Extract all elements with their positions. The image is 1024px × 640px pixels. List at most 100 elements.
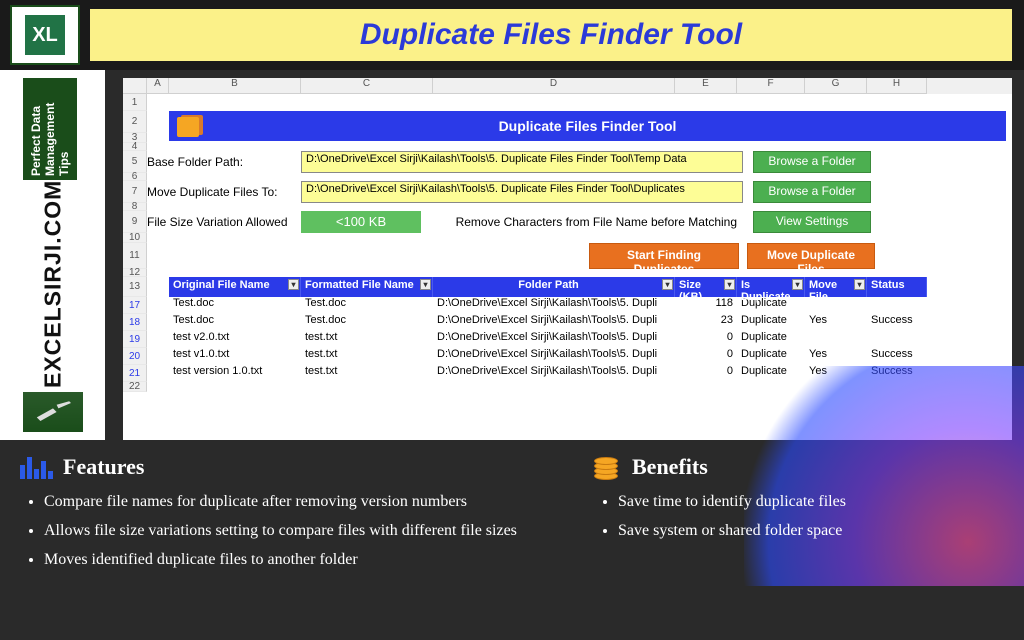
cell-size: 0 [675,348,737,365]
tool-title-cell: Duplicate Files Finder Tool [169,111,1006,141]
cell-size: 0 [675,365,737,382]
col-f[interactable]: F [737,78,805,94]
table-row[interactable]: 17Test.docTest.docD:\OneDrive\Excel Sirj… [123,297,1012,314]
cell-move [805,331,867,348]
bottom-section: Features Compare file names for duplicat… [0,440,1024,586]
col-a[interactable]: A [147,78,169,94]
row-8: 8 [123,203,1012,211]
cell-path: D:\OneDrive\Excel Sirji\Kailash\Tools\5.… [433,331,675,348]
table-row[interactable]: 18Test.docTest.docD:\OneDrive\Excel Sirj… [123,314,1012,331]
feature-item: Compare file names for duplicate after r… [44,490,594,515]
row-6: 6 [123,173,1012,181]
features-list: Compare file names for duplicate after r… [20,490,594,572]
col-b[interactable]: B [169,78,301,94]
row-11: 11 Start Finding Duplicates Move Duplica… [123,243,1012,269]
cell-formatted: test.txt [301,331,433,348]
col-h[interactable]: H [867,78,927,94]
cell-original: Test.doc [169,314,301,331]
benefits-column: Benefits Save time to identify duplicate… [594,454,1004,576]
cell-original: test version 1.0.txt [169,365,301,382]
cell-move: Yes [805,314,867,331]
size-var-label: File Size Variation Allowed [147,211,301,233]
remove-chars-label: Remove Characters from File Name before … [421,211,743,233]
features-column: Features Compare file names for duplicat… [20,454,594,576]
row-1: 1 [123,94,1012,111]
col-d[interactable]: D [433,78,675,94]
start-finding-button[interactable]: Start Finding Duplicates [589,243,739,269]
th-formatted[interactable]: Formatted File Name▾ [301,277,433,297]
cell-path: D:\OneDrive\Excel Sirji\Kailash\Tools\5.… [433,348,675,365]
cell-move: Yes [805,348,867,365]
brand-sidebar: EXCELSIRJI.COM Perfect Data Management T… [0,70,105,440]
col-e[interactable]: E [675,78,737,94]
benefits-title: Benefits [632,454,708,480]
cell-dup: Duplicate [737,348,805,365]
size-variation-dropdown[interactable]: <100 KB [301,211,421,233]
tool-title-text: Duplicate Files Finder Tool [499,118,677,134]
cell-size: 23 [675,314,737,331]
excel-logo: XL [10,5,80,65]
broom-icon [23,392,83,432]
cell-status [867,331,927,348]
excel-logo-letter: XL [25,15,65,55]
cell-original: Test.doc [169,297,301,314]
cell-dup: Duplicate [737,331,805,348]
th-dup[interactable]: Is Duplicate▾ [737,277,805,297]
cell-formatted: test.txt [301,348,433,365]
th-path[interactable]: Folder Path▾ [433,277,675,297]
cell-path: D:\OneDrive\Excel Sirji\Kailash\Tools\5.… [433,314,675,331]
filter-icon[interactable]: ▾ [724,279,735,290]
table-header-row: 13 Original File Name▾ Formatted File Na… [123,277,1012,297]
browse-folder-2-button[interactable]: Browse a Folder [753,181,871,203]
row-7: 7 Move Duplicate Files To: D:\OneDrive\E… [123,181,1012,203]
cell-original: test v1.0.txt [169,348,301,365]
features-title: Features [63,454,144,480]
table-row[interactable]: 20test v1.0.txttest.txtD:\OneDrive\Excel… [123,348,1012,365]
bars-icon [20,455,53,479]
page-title: Duplicate Files Finder Tool [360,18,742,52]
cell-path: D:\OneDrive\Excel Sirji\Kailash\Tools\5.… [433,297,675,314]
title-bar: Duplicate Files Finder Tool [90,9,1012,61]
th-status[interactable]: Status [867,277,927,297]
cell-formatted: Test.doc [301,314,433,331]
cell-dup: Duplicate [737,314,805,331]
filter-icon[interactable]: ▾ [854,279,865,290]
view-settings-button[interactable]: View Settings [753,211,871,233]
cell-status: Success [867,314,927,331]
move-to-input[interactable]: D:\OneDrive\Excel Sirji\Kailash\Tools\5.… [301,181,743,203]
brand-tagline: Perfect Data Management Tips [23,78,77,180]
row-10: 10 [123,233,1012,243]
filter-icon[interactable]: ▾ [288,279,299,290]
cell-path: D:\OneDrive\Excel Sirji\Kailash\Tools\5.… [433,365,675,382]
filter-icon[interactable]: ▾ [420,279,431,290]
column-headers: A B C D E F G H [123,78,1012,94]
move-duplicates-button[interactable]: Move Duplicate Files [747,243,875,269]
row-2: 2 Duplicate Files Finder Tool [123,111,1012,133]
table-row[interactable]: 19test v2.0.txttest.txtD:\OneDrive\Excel… [123,331,1012,348]
col-g[interactable]: G [805,78,867,94]
coins-icon [594,454,622,480]
th-original[interactable]: Original File Name▾ [169,277,301,297]
cell-status [867,297,927,314]
filter-icon[interactable]: ▾ [662,279,673,290]
row-5: 5 Base Folder Path: D:\OneDrive\Excel Si… [123,151,1012,173]
base-path-input[interactable]: D:\OneDrive\Excel Sirji\Kailash\Tools\5.… [301,151,743,173]
row-9: 9 File Size Variation Allowed <100 KB Re… [123,211,1012,233]
cell-status: Success [867,348,927,365]
benefit-item: Save time to identify duplicate files [618,490,1004,515]
cell-size: 0 [675,331,737,348]
folders-icon [175,113,211,139]
browse-folder-1-button[interactable]: Browse a Folder [753,151,871,173]
filter-icon[interactable]: ▾ [792,279,803,290]
feature-item: Allows file size variations setting to c… [44,519,594,544]
col-c[interactable]: C [301,78,433,94]
benefits-list: Save time to identify duplicate filesSav… [594,490,1004,544]
th-move[interactable]: Move File▾ [805,277,867,297]
feature-item: Moves identified duplicate files to anot… [44,548,594,573]
benefits-heading: Benefits [594,454,1004,480]
cell-original: test v2.0.txt [169,331,301,348]
row-12: 12 [123,269,1012,277]
th-size[interactable]: Size (KB)▾ [675,277,737,297]
move-to-label: Move Duplicate Files To: [147,181,301,203]
row-4: 4 [123,143,1012,151]
